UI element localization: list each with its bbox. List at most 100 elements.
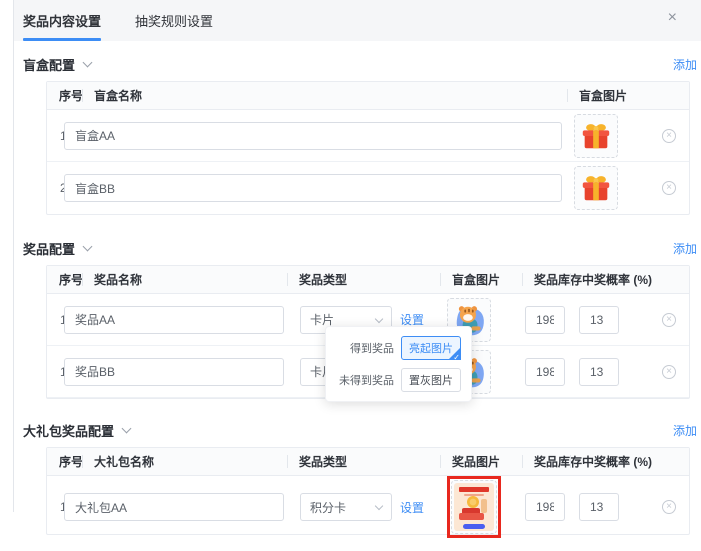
remove-circle-icon[interactable]: × xyxy=(662,129,676,143)
stock-input[interactable] xyxy=(525,493,565,521)
probability-input[interactable] xyxy=(579,493,619,521)
probability-input[interactable] xyxy=(579,306,619,334)
col-header-index: 序号 xyxy=(47,448,82,475)
col-header-type: 奖品类型 xyxy=(287,266,440,293)
gift-icon xyxy=(579,119,613,153)
chevron-down-icon[interactable] xyxy=(83,57,93,67)
close-icon[interactable]: × xyxy=(668,10,677,26)
gift-image[interactable] xyxy=(574,114,618,158)
prize-table: 序号 奖品名称 奖品类型 盲盒图片 奖品库存 中奖概率 (%) 1 卡片 设置 xyxy=(46,265,690,399)
section-title: 大礼包奖品配置 xyxy=(23,421,130,440)
remove-circle-icon[interactable]: × xyxy=(662,365,676,379)
col-header-name: 大礼包名称 xyxy=(82,448,287,475)
col-header-name: 奖品名称 xyxy=(82,266,287,293)
add-package-button[interactable]: 添加 xyxy=(673,422,697,439)
probability-cell: × xyxy=(570,493,689,521)
tab-lottery-rule-settings[interactable]: 抽奖规则设置 xyxy=(135,0,213,41)
image-type-popup: 得到奖品 亮起图片 ✓ 未得到奖品 置灰图片 xyxy=(325,326,472,402)
prize-type-select[interactable]: 积分卡 xyxy=(300,493,392,521)
package-name-input[interactable] xyxy=(64,493,284,521)
blindbox-table: 序号 盲盒名称 盲盒图片 1 xyxy=(46,81,690,215)
poster-image[interactable] xyxy=(451,480,497,534)
section-title: 奖品配置 xyxy=(23,239,91,258)
chevron-down-icon xyxy=(375,314,383,322)
popup-row: 得到奖品 亮起图片 ✓ xyxy=(336,336,461,360)
prize-name-input[interactable] xyxy=(64,358,284,386)
name-cell xyxy=(82,122,567,150)
col-header-image: 盲盒图片 xyxy=(567,82,689,109)
section-title-text: 盲盒配置 xyxy=(23,55,75,74)
table-row: 1 积分卡 设置 xyxy=(47,476,689,534)
probability-input[interactable] xyxy=(579,358,619,386)
tab-prize-content-settings[interactable]: 奖品内容设置 xyxy=(23,0,101,41)
type-cell: 积分卡 设置 xyxy=(287,493,440,521)
col-header-probability: 中奖概率 (%) xyxy=(570,266,689,293)
table-row: 1 × xyxy=(47,110,689,162)
image-cell: × xyxy=(567,114,689,158)
table-row: 2 × xyxy=(47,162,689,214)
select-value: 积分卡 xyxy=(310,499,346,516)
add-blindbox-button[interactable]: 添加 xyxy=(673,56,697,73)
remove-circle-icon[interactable]: × xyxy=(662,313,676,327)
popup-row: 未得到奖品 置灰图片 xyxy=(336,368,461,392)
check-icon: ✓ xyxy=(453,353,460,362)
lit-image-option[interactable]: 亮起图片 ✓ xyxy=(401,336,461,360)
tab-label: 奖品内容设置 xyxy=(23,11,101,30)
option-label: 亮起图片 xyxy=(409,340,453,356)
gift-icon xyxy=(579,171,613,205)
drawer-content: 盲盒配置 添加 序号 盲盒名称 盲盒图片 1 xyxy=(14,55,701,535)
tab-label: 抽奖规则设置 xyxy=(135,11,213,30)
prize-settings-drawer: 奖品内容设置 抽奖规则设置 × 盲盒配置 添加 序号 盲盒名称 盲盒图片 1 xyxy=(13,0,701,512)
gray-image-option[interactable]: 置灰图片 xyxy=(401,368,461,392)
name-cell xyxy=(82,358,287,386)
annotation-highlight xyxy=(447,476,501,538)
col-header-stock: 奖品库存 xyxy=(522,448,570,475)
chevron-down-icon[interactable] xyxy=(122,423,132,433)
prize-name-input[interactable] xyxy=(64,306,284,334)
image-cell: × xyxy=(567,166,689,210)
add-prize-button[interactable]: 添加 xyxy=(673,240,697,257)
stock-input[interactable] xyxy=(525,358,565,386)
stock-input[interactable] xyxy=(525,306,565,334)
image-cell xyxy=(440,476,522,538)
col-header-index: 序号 xyxy=(47,82,82,109)
name-cell xyxy=(82,174,567,202)
blindbox-name-input[interactable] xyxy=(64,174,562,202)
table-header: 序号 盲盒名称 盲盒图片 xyxy=(47,82,689,110)
col-header-name: 盲盒名称 xyxy=(82,82,567,109)
col-header-probability: 中奖概率 (%) xyxy=(570,448,689,475)
popup-label: 得到奖品 xyxy=(336,340,394,356)
gift-image[interactable] xyxy=(574,166,618,210)
name-cell xyxy=(82,493,287,521)
tab-bar: 奖品内容设置 抽奖规则设置 × xyxy=(14,0,701,41)
name-cell xyxy=(82,306,287,334)
col-header-type: 奖品类型 xyxy=(287,448,440,475)
col-header-stock: 奖品库存 xyxy=(522,266,570,293)
remove-circle-icon[interactable]: × xyxy=(662,500,676,514)
col-header-index: 序号 xyxy=(47,266,82,293)
col-header-image: 奖品图片 xyxy=(440,448,522,475)
settings-link[interactable]: 设置 xyxy=(400,499,424,516)
probability-cell: × xyxy=(570,358,689,386)
stock-cell xyxy=(522,306,570,334)
stock-cell xyxy=(522,358,570,386)
table-header: 序号 大礼包名称 奖品类型 奖品图片 奖品库存 中奖概率 (%) xyxy=(47,448,689,476)
chevron-down-icon xyxy=(375,502,383,510)
package-section-header: 大礼包奖品配置 添加 xyxy=(23,421,701,439)
section-title-text: 奖品配置 xyxy=(23,239,75,258)
stock-cell xyxy=(522,493,570,521)
blindbox-name-input[interactable] xyxy=(64,122,562,150)
remove-circle-icon[interactable]: × xyxy=(662,181,676,195)
popup-label: 未得到奖品 xyxy=(336,372,394,388)
screen: 奖品内容设置 抽奖规则设置 × 盲盒配置 添加 序号 盲盒名称 盲盒图片 1 xyxy=(0,0,701,551)
section-title: 盲盒配置 xyxy=(23,55,91,74)
table-header: 序号 奖品名称 奖品类型 盲盒图片 奖品库存 中奖概率 (%) xyxy=(47,266,689,294)
poster-icon xyxy=(454,483,494,531)
prize-section-header: 奖品配置 添加 xyxy=(23,239,701,257)
probability-cell: × xyxy=(570,306,689,334)
section-title-text: 大礼包奖品配置 xyxy=(23,421,114,440)
option-label: 置灰图片 xyxy=(409,372,453,388)
chevron-down-icon[interactable] xyxy=(83,241,93,251)
col-header-image: 盲盒图片 xyxy=(440,266,522,293)
package-table: 序号 大礼包名称 奖品类型 奖品图片 奖品库存 中奖概率 (%) 1 积分卡 设… xyxy=(46,447,690,535)
